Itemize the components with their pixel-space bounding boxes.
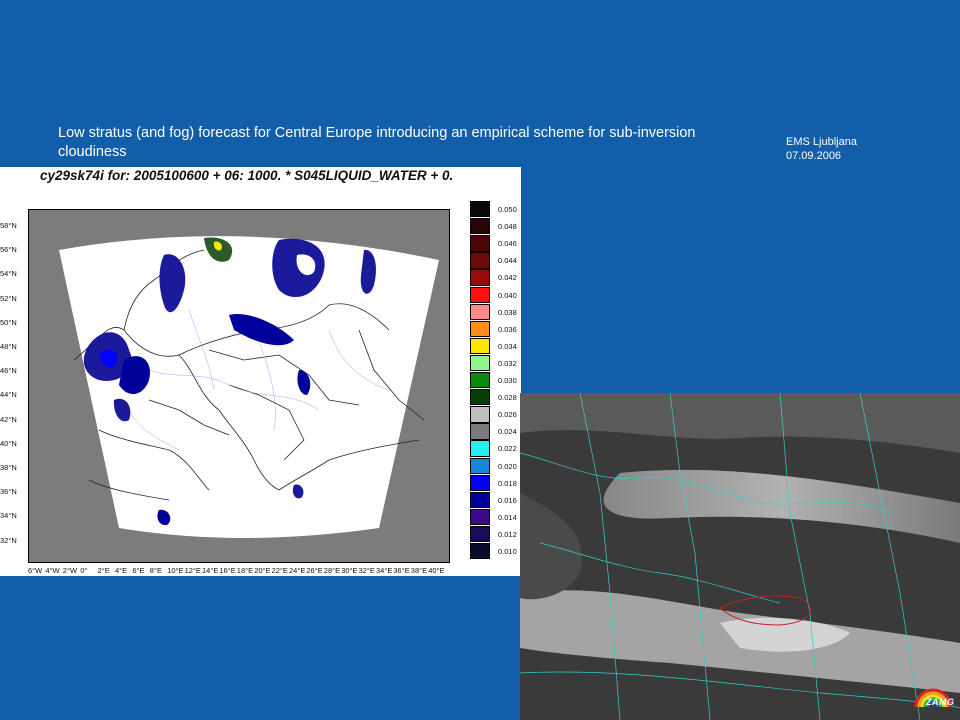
latitude-label: 36°N [0, 487, 17, 497]
colorbar-label: 0.018 [498, 478, 517, 488]
model-domain [59, 236, 439, 538]
satellite-image [520, 393, 960, 720]
colorbar-label: 0.014 [498, 512, 517, 522]
colorbar-label: 0.022 [498, 444, 517, 454]
latitude-label: 44°N [0, 390, 17, 400]
event-info: EMS Ljubljana 07.09.2006 [786, 135, 857, 163]
colorbar-label: 0.042 [498, 273, 517, 283]
longitude-label: 4°E [115, 566, 128, 575]
latitude-label: 46°N [0, 366, 17, 376]
model-run-header: cy29sk74i for: 2005100600 + 06: 1000. * … [40, 168, 454, 183]
colorbar-swatch [470, 440, 490, 457]
longitude-label: 14°E [202, 566, 219, 575]
longitude-label: 36°E [393, 566, 410, 575]
latitude-label: 58°N [0, 221, 17, 230]
longitude-label: 30°E [341, 566, 358, 575]
latitude-label: 40°N [0, 438, 17, 448]
colorbar-swatch [470, 286, 490, 303]
colorbar-swatch [470, 423, 490, 440]
forecast-model-panel: cy29sk74i for: 2005100600 + 06: 1000. * … [0, 167, 521, 576]
colorbar-label: 0.010 [498, 547, 517, 556]
event-date: 07.09.2006 [786, 150, 842, 162]
latitude-label: 54°N [0, 269, 17, 279]
colorbar-swatch [470, 235, 490, 252]
colorbar-swatch [470, 406, 490, 423]
longitude-label: 2°E [97, 566, 110, 575]
longitude-label: 22°E [271, 566, 288, 575]
colorbar-label: 0.020 [498, 461, 517, 471]
colorbar-swatch [470, 354, 490, 372]
colorbar-swatch [470, 389, 490, 406]
event-name: EMS Ljubljana [786, 136, 857, 148]
longitude-label: 4°W [45, 566, 60, 575]
latitude-label: 50°N [0, 317, 17, 327]
longitude-label: 8°E [149, 566, 162, 575]
latitude-label: 48°N [0, 342, 17, 351]
latitude-label: 34°N [0, 511, 17, 521]
colorbar-label: 0.044 [498, 256, 517, 266]
satellite-image-panel: ZAMG [520, 393, 960, 720]
latitude-label: 42°N [0, 414, 17, 424]
colorbar-swatch [470, 474, 490, 491]
colorbar-swatch [470, 337, 490, 355]
colorbar-swatch [470, 457, 490, 474]
longitude-label: 6°W [28, 566, 43, 575]
colorbar-label: 0.026 [498, 410, 517, 420]
latitude-label: 52°N [0, 293, 17, 303]
colorbar-swatch [470, 543, 490, 560]
colorbar-label: 0.036 [498, 324, 517, 334]
colorbar-label: 0.048 [498, 222, 517, 232]
longitude-label: 2°W [62, 566, 78, 575]
longitude-label: 0° [80, 566, 88, 575]
longitude-label: 10°E [167, 566, 184, 575]
zamg-logo: ZAMG [912, 681, 954, 716]
longitude-label: 18°E [236, 566, 254, 575]
slide-title: Low stratus (and fog) forecast for Centr… [58, 125, 696, 160]
colorbar-label: 0.040 [498, 290, 517, 300]
colorbar-swatch [470, 218, 490, 235]
colorbar-label: 0.024 [498, 427, 517, 437]
colorbar-swatch [470, 491, 490, 509]
forecast-map [28, 209, 450, 563]
longitude-label: 12°E [184, 566, 201, 575]
colorbar-swatch [470, 269, 490, 286]
colorbar-swatch [470, 303, 490, 320]
colorbar-label: 0.046 [498, 239, 517, 249]
colorbar-label: 0.034 [498, 341, 517, 351]
longitude-label: 28°E [323, 566, 341, 575]
longitude-label: 20°E [254, 566, 271, 575]
colorbar-swatch [470, 372, 490, 389]
colorbar-label: 0.030 [498, 376, 517, 385]
longitude-label: 26°E [306, 566, 323, 575]
colorbar-label: 0.038 [498, 307, 517, 317]
longitude-label: 32°E [358, 566, 375, 575]
longitude-label: 16°E [219, 566, 236, 575]
forecast-map-graphic [59, 236, 439, 538]
zamg-logo-text: ZAMG [926, 697, 955, 707]
colorbar-label: 0.016 [498, 495, 517, 505]
colorbar-label: 0.012 [498, 529, 517, 539]
longitude-label: 38°E [410, 566, 428, 575]
longitude-label: 6°E [132, 566, 145, 575]
latitude-label: 32°N [0, 535, 17, 545]
colorbar-swatch [470, 508, 490, 526]
colorbar-swatch [470, 201, 490, 218]
longitude-label: 24°E [289, 566, 306, 575]
colorbar-swatch [470, 320, 490, 338]
colorbar-label: 0.028 [498, 393, 517, 403]
colorbar-swatch [470, 525, 490, 543]
colorbar-label: 0.050 [498, 205, 517, 214]
latitude-label: 56°N [0, 245, 17, 255]
colorbar-swatch [470, 252, 490, 269]
longitude-label: 34°E [376, 566, 393, 575]
colorbar-label: 0.032 [498, 358, 517, 368]
latitude-label: 38°N [0, 463, 17, 472]
longitude-label: 40°E [428, 566, 445, 575]
